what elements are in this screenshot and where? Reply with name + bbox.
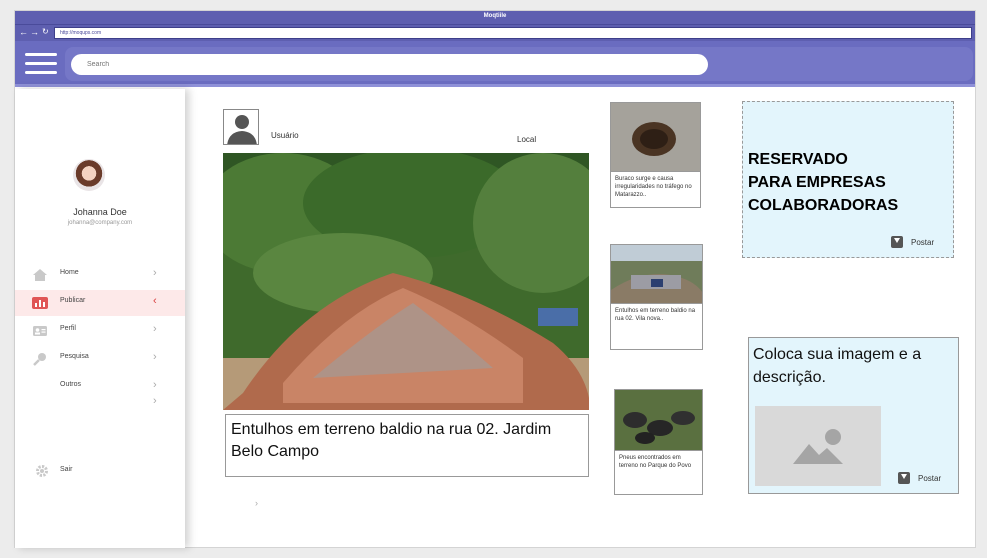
id-card-icon (33, 326, 47, 336)
browser-window: Moqtiile ← → ↻ http://moqups.com Johanna… (14, 10, 976, 548)
profile-email: johanna@company.com (67, 220, 133, 226)
window-title: Moqtiile (483, 13, 507, 19)
post-caption: Entulhos em terreno baldio na rua 02. Ja… (225, 414, 589, 477)
post-button[interactable]: Postar (891, 236, 934, 248)
back-arrow-icon[interactable]: ← (19, 27, 28, 37)
post-button[interactable]: Postar (898, 472, 941, 484)
news-text: Buraco surge e causa irregularidades no … (611, 171, 700, 207)
search-input[interactable] (71, 54, 708, 75)
image-placeholder-icon[interactable] (755, 406, 881, 486)
chart-icon (32, 297, 48, 309)
sidebar-item-home[interactable]: Home › (15, 262, 185, 288)
sidebar: Johanna Doe johanna@company.com Home › P… (15, 89, 185, 548)
chevron-right-icon: › (153, 267, 157, 279)
chevron-right-icon[interactable]: › (255, 498, 258, 508)
logout-button[interactable]: Sair (15, 461, 185, 481)
menu-icon[interactable] (25, 53, 57, 75)
user-avatar-icon[interactable] (223, 109, 259, 145)
sidebar-item-label: Home (60, 269, 79, 276)
chevron-right-icon: › (153, 379, 157, 391)
url-field[interactable]: http://moqups.com (54, 27, 972, 39)
sponsor-panel: RESERVADO PARA EMPRESAS COLABORADORAS Po… (742, 101, 954, 258)
profile-name: Johanna Doe (73, 207, 127, 217)
app-header (15, 41, 975, 87)
news-thumbnail (615, 390, 702, 450)
post-username: Usuário (271, 131, 299, 140)
sidebar-item-perfil[interactable]: Perfil › (15, 318, 185, 344)
search-bar (65, 47, 973, 81)
home-icon (33, 269, 47, 281)
news-text: Pneus encontrados em terreno no Parque d… (615, 450, 702, 494)
post-photo[interactable] (223, 153, 589, 410)
upload-instructions: Coloca sua imagem e a descrição. (753, 346, 922, 386)
sidebar-item-label: Outros (60, 381, 82, 388)
chevron-left-icon: ‹ (153, 295, 157, 307)
chevron-right-icon: › (153, 351, 157, 363)
download-icon (891, 236, 903, 248)
chevron-right-icon: › (153, 323, 157, 335)
sidebar-item-label: Pesquisa (60, 353, 89, 360)
search-icon (33, 353, 46, 366)
news-card[interactable]: Pneus encontrados em terreno no Parque d… (614, 389, 703, 495)
sponsor-text: RESERVADO PARA EMPRESAS COLABORADORAS (748, 151, 899, 214)
news-thumbnail (611, 103, 700, 171)
post-button-label: Postar (911, 237, 935, 247)
forward-arrow-icon[interactable]: → (30, 27, 39, 37)
title-bar: Moqtiile (15, 11, 975, 25)
logout-label: Sair (60, 466, 73, 473)
news-card[interactable]: Entulhos em terreno baldio na rua 02. Vi… (610, 244, 703, 350)
sidebar-item-pesquisa[interactable]: Pesquisa › (15, 346, 185, 372)
address-bar: ← → ↻ http://moqups.com (15, 25, 975, 41)
upload-panel: Coloca sua imagem e a descrição. Postar (748, 337, 959, 494)
post-button-label: Postar (918, 473, 942, 483)
download-icon (898, 472, 910, 484)
news-text: Entulhos em terreno baldio na rua 02. Vi… (611, 303, 702, 349)
avatar[interactable] (73, 159, 105, 191)
post-location: Local (517, 135, 537, 144)
reload-icon[interactable]: ↻ (42, 27, 49, 37)
sidebar-item-label: Publicar (60, 297, 86, 304)
chevron-right-icon[interactable]: › (153, 395, 157, 407)
sidebar-item-outros[interactable]: Outros › (15, 374, 185, 400)
news-card[interactable]: Buraco surge e causa irregularidades no … (610, 102, 701, 208)
news-thumbnail (611, 245, 702, 303)
sidebar-item-publicar[interactable]: Publicar ‹ (15, 290, 185, 316)
sidebar-item-label: Perfil (60, 325, 76, 332)
gear-icon (36, 465, 48, 477)
